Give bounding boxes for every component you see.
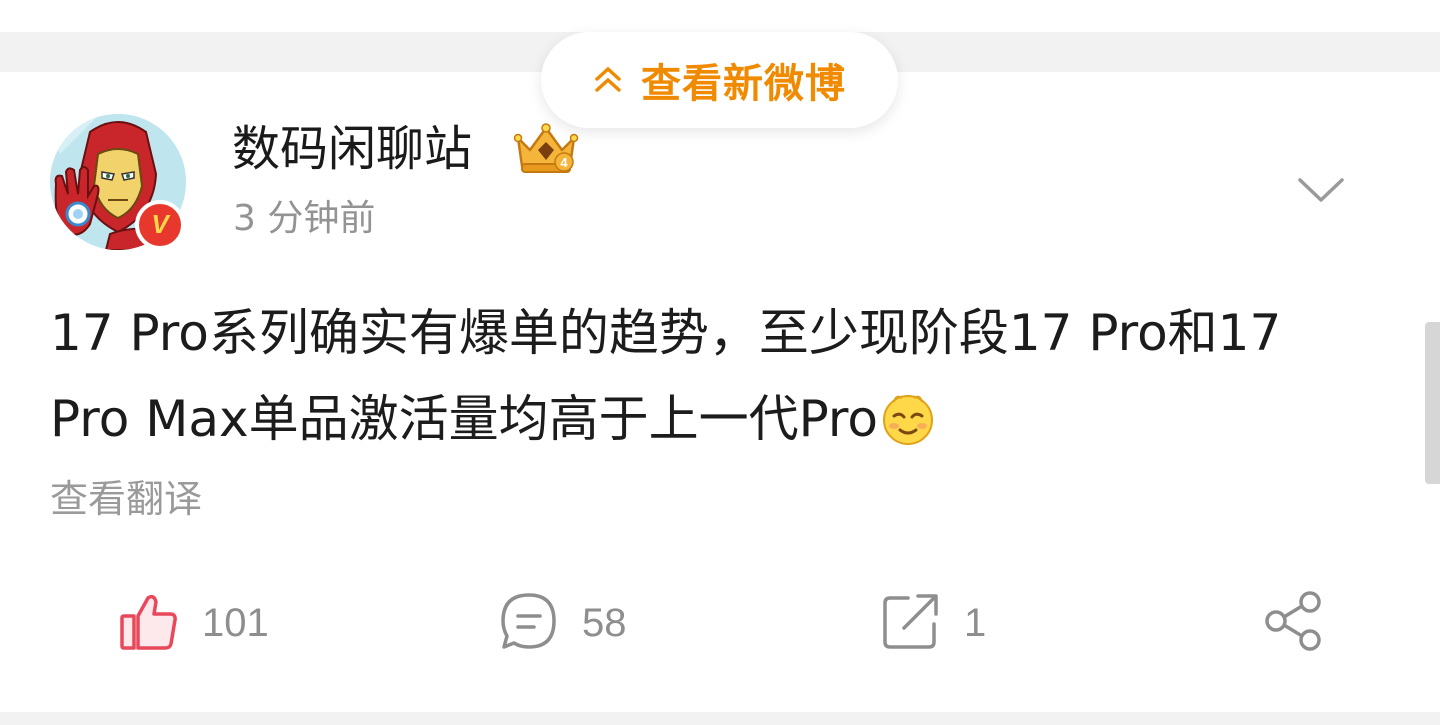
post-text-line-2-text: Pro Max单品激活量均高于上一代Pro	[50, 390, 878, 448]
repost-icon	[880, 590, 942, 656]
view-new-posts-label: 查看新微博	[641, 61, 846, 107]
chevron-down-icon[interactable]	[1296, 170, 1346, 210]
scrollbar-thumb[interactable]	[1425, 322, 1440, 484]
comment-button[interactable]: 58	[498, 588, 627, 658]
post-body[interactable]: 17 Pro系列确实有爆单的趋势，至少现阶段17 Pro和17 Pro Max单…	[50, 290, 1400, 462]
crown-badge-icon[interactable]: 4	[512, 120, 580, 176]
share-icon	[1262, 590, 1324, 656]
verified-badge: V	[135, 200, 185, 250]
comment-icon	[498, 590, 560, 656]
double-chevron-up-icon	[593, 65, 623, 95]
verified-badge-label: V	[151, 208, 169, 239]
post-text-line-1: 17 Pro系列确实有爆单的趋势，至少现阶段17 Pro和17	[50, 304, 1282, 362]
repost-button[interactable]: 1	[880, 588, 986, 658]
thumbs-up-icon	[118, 590, 180, 656]
level-number: 4	[560, 155, 568, 170]
feed-divider-bottom	[0, 712, 1440, 725]
comment-count: 58	[582, 600, 627, 645]
feed-page: 查看新微博 V 数码闲聊站 4 3 分钟前 17 Pro系列确实有爆单的趋势，至…	[0, 0, 1440, 725]
post-text-line-2: Pro Max单品激活量均高于上一代Pro	[50, 376, 1400, 462]
post-action-bar: 101 58 1	[0, 588, 1440, 658]
like-button[interactable]: 101	[118, 588, 269, 658]
view-new-posts-button[interactable]: 查看新微博	[541, 32, 898, 128]
view-translation-link[interactable]: 查看翻译	[50, 474, 202, 524]
post-timestamp: 3 分钟前	[233, 198, 376, 239]
share-button[interactable]	[1262, 588, 1324, 658]
author-avatar[interactable]: V	[50, 112, 192, 254]
repost-count: 1	[964, 600, 987, 645]
like-count: 101	[202, 600, 269, 645]
author-name[interactable]: 数码闲聊站	[232, 118, 472, 180]
smirk-emoji-icon	[880, 386, 936, 445]
